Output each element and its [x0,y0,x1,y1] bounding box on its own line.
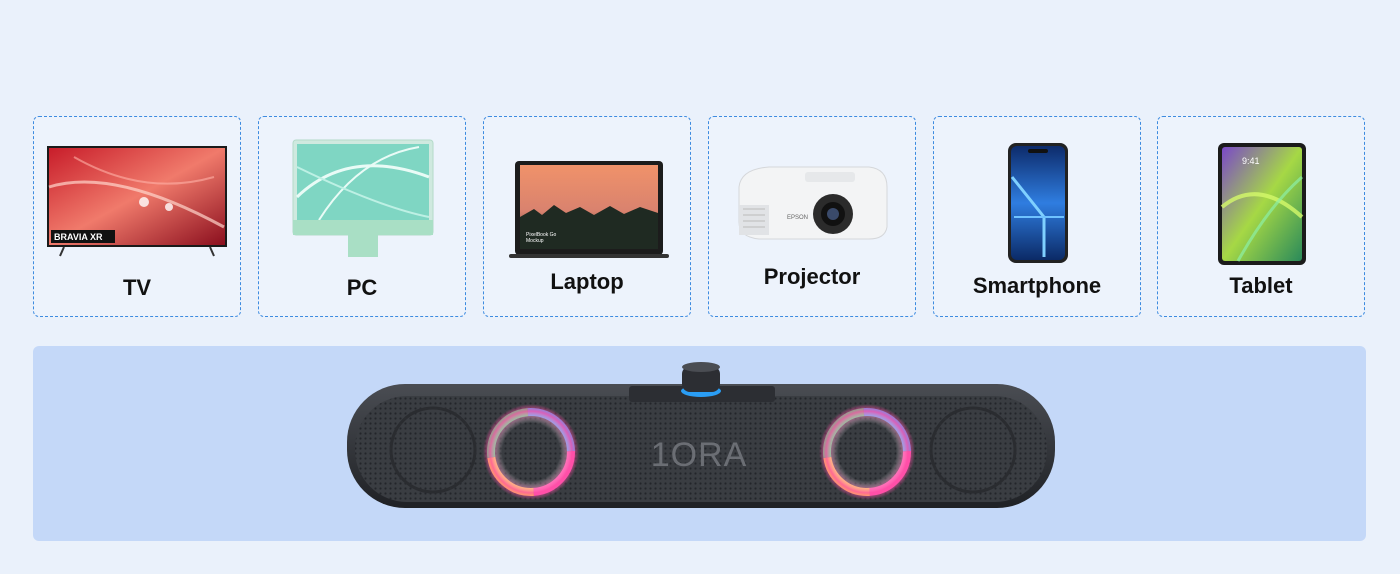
projector-icon: EPSON [738,166,888,240]
device-card-smartphone: Smartphone [933,116,1141,317]
smartphone-icon [1008,143,1068,263]
tablet-icon: 9:41 [1218,143,1306,265]
device-label-smartphone: Smartphone [972,273,1102,298]
device-label-tv: TV [122,275,152,300]
device-label-tablet: Tablet [1229,273,1293,298]
pc-icon [292,139,434,257]
device-card-tablet: 9:41 Tablet [1157,116,1365,317]
soundbar-panel: 1ORA [33,346,1366,541]
device-label-projector: Projector [763,264,861,289]
device-label-pc: PC [346,275,378,300]
device-card-laptop: PixelBook Go Mockup Laptop [483,116,691,317]
laptop-icon: PixelBook Go Mockup [509,161,669,258]
rgb-ring-right [819,404,915,500]
device-card-projector: EPSON Projector [708,116,916,317]
soundbar-image: 1ORA [347,362,1055,508]
device-label-laptop: Laptop [550,269,624,294]
projector-brand-text: EPSON [787,215,808,221]
laptop-screen-text-2: Mockup [526,238,544,244]
rgb-ring-left [483,404,579,500]
device-card-tv: BRAVIA XR TV [33,116,241,317]
tv-icon: BRAVIA XR [47,146,227,257]
tv-brand-text: BRAVIA XR [54,232,103,242]
soundbar-brand-logo: 1ORA [651,436,748,474]
device-card-pc: PC [258,116,466,317]
tablet-time-text: 9:41 [1242,156,1260,166]
